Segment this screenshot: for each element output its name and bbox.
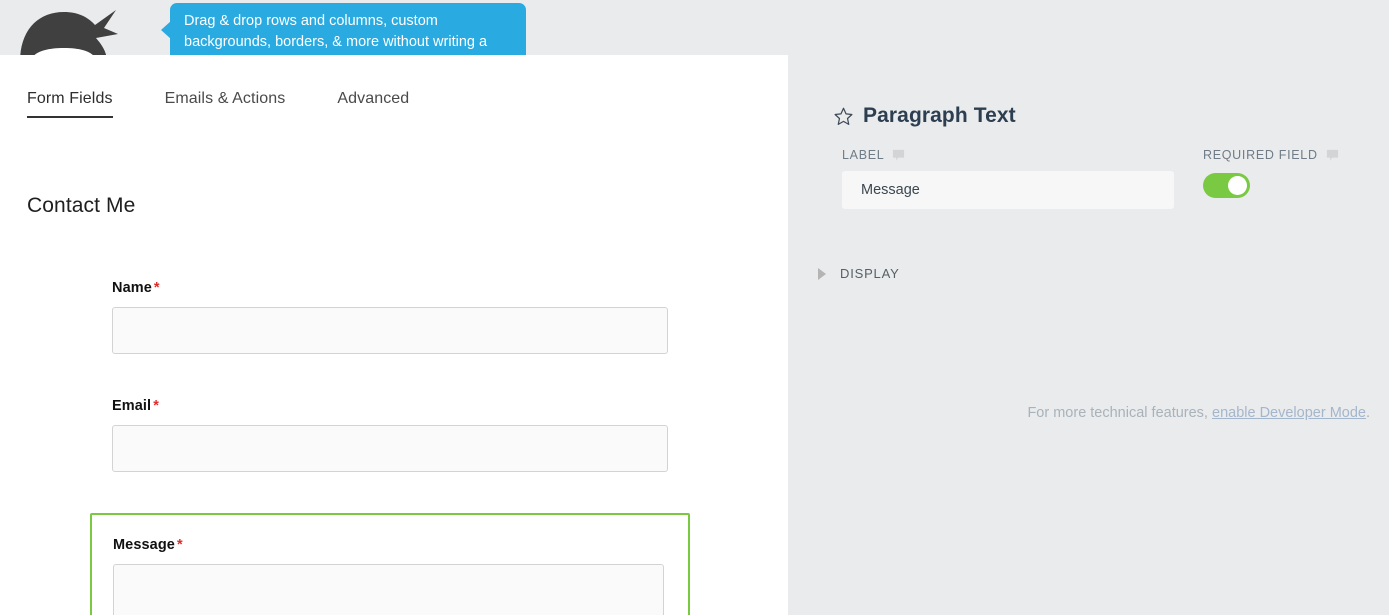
display-section-header[interactable]: DISPLAY [818, 266, 900, 281]
settings-header: Paragraph Text [833, 104, 1016, 128]
chevron-right-icon [818, 267, 826, 280]
label-setting-input[interactable] [842, 171, 1174, 209]
settings-title: Paragraph Text [863, 104, 1016, 127]
label-setting-group: LABEL [842, 148, 1177, 209]
form-builder-app: Drag & drop rows and columns, custom bac… [0, 0, 1389, 615]
developer-mode-suffix: . [1365, 405, 1370, 421]
tab-form-fields[interactable]: Form Fields [27, 90, 113, 118]
form-field-list: Name * Email * Message * [0, 258, 788, 615]
tab-advanced-label: Advanced [337, 90, 410, 107]
tab-form-fields-label: Form Fields [27, 90, 113, 107]
form-title: Contact Me [27, 194, 136, 217]
required-field-caption: REQUIRED FIELD [1203, 148, 1339, 162]
required-field-toggle[interactable] [1203, 173, 1250, 198]
developer-mode-note: For more technical features, enable Deve… [1027, 405, 1370, 421]
form-field-message-label: Message * [113, 537, 183, 553]
form-field-name-label: Name * [112, 280, 160, 296]
form-field-message[interactable]: Message * [90, 513, 690, 615]
tab-emails-actions-label: Emails & Actions [164, 90, 286, 107]
help-bubble-icon[interactable] [1326, 149, 1339, 162]
promo-tooltip-text: Drag & drop rows and columns, custom bac… [184, 13, 488, 56]
ninja-forms-mascot-icon [20, 10, 118, 56]
required-field-group: REQUIRED FIELD [1203, 148, 1339, 198]
required-asterisk: * [176, 537, 183, 553]
developer-mode-prefix: For more technical features, [1027, 405, 1212, 421]
form-field-name[interactable]: Name * [0, 258, 788, 354]
toggle-knob [1228, 176, 1247, 195]
form-field-email-input[interactable] [112, 425, 668, 472]
tab-emails-actions[interactable]: Emails & Actions [165, 90, 286, 118]
required-asterisk: * [153, 280, 160, 296]
form-field-email-label: Email * [112, 398, 159, 414]
promo-tooltip: Drag & drop rows and columns, custom bac… [161, 3, 526, 56]
help-bubble-icon[interactable] [892, 149, 905, 162]
top-bar: Drag & drop rows and columns, custom bac… [0, 0, 1389, 56]
tab-advanced[interactable]: Advanced [337, 90, 409, 118]
form-field-email[interactable]: Email * [0, 354, 788, 472]
display-section-label: DISPLAY [840, 266, 900, 281]
label-setting-caption: LABEL [842, 148, 1177, 162]
field-settings-panel: Paragraph Text LABEL REQUIRED FIELD [788, 55, 1389, 615]
enable-developer-mode-link[interactable]: enable Developer Mode [1212, 405, 1366, 421]
form-builder-panel: Form Fields Emails & Actions Advanced Co… [0, 55, 788, 615]
required-asterisk: * [153, 398, 159, 414]
builder-tabs: Form Fields Emails & Actions Advanced [27, 90, 461, 118]
star-outline-icon[interactable] [833, 106, 854, 127]
form-field-message-textarea[interactable] [113, 564, 664, 615]
form-field-name-input[interactable] [112, 307, 668, 354]
